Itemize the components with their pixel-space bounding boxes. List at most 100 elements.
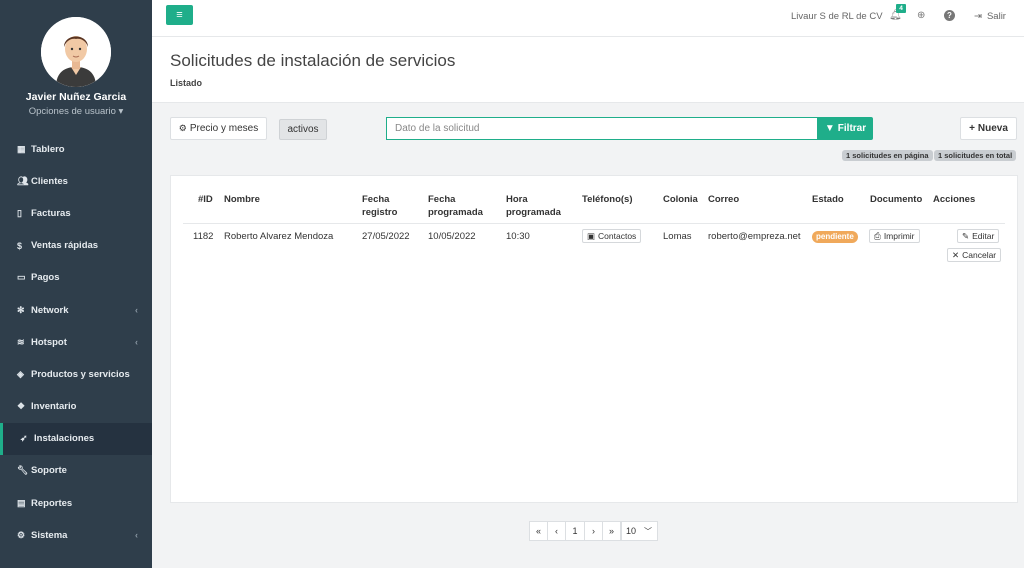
page-title: Solicitudes de instalación de servicios (170, 51, 456, 70)
address-book-icon: ▣ (587, 230, 596, 241)
sidebar-item-hotspot[interactable]: ≋ Hotspot ‹ (0, 326, 152, 358)
sidebar-item-soporte[interactable]: 🔧︎ Soporte (0, 455, 152, 487)
cubes-icon: ❖ (17, 401, 26, 412)
wifi-icon: ≋ (17, 336, 25, 347)
cell-scheduled: 10/05/2022 (428, 231, 476, 242)
sidebar-item-label: Inventario (31, 401, 77, 413)
sidebar-item-reportes[interactable]: ▤ Reportes (0, 487, 152, 519)
active-filter-toggle[interactable]: activos (279, 119, 327, 140)
hamburger-icon: ≡ (176, 9, 183, 21)
column-header-phone: Teléfono(s) (582, 194, 633, 205)
new-button[interactable]: + Nueva (960, 117, 1017, 140)
sidebar-item-pagos[interactable]: ▭ Pagos (0, 262, 152, 294)
cell-colony: Lomas (663, 231, 692, 242)
cell-id: 1182 (193, 231, 214, 242)
menu-toggle-button[interactable]: ≡ (166, 5, 193, 25)
print-button[interactable]: ⎙ Imprimir (869, 229, 920, 243)
sidebar-item-label: Soporte (31, 465, 67, 477)
cell-registered: 27/05/2022 (362, 231, 410, 242)
wrench-icon: 🔧︎ (17, 465, 29, 476)
cogs-icon: ⚙ (178, 123, 187, 133)
print-icon: ⎙ (874, 230, 881, 241)
contacts-button-label: Contactos (598, 231, 637, 241)
status-badge: pendiente (812, 231, 858, 243)
edit-icon: ✎ (962, 230, 970, 241)
company-name[interactable]: Livaur S de RL de CV (791, 11, 883, 22)
column-header-hour: Hora programada (506, 194, 561, 218)
pagination-page-1[interactable]: 1 (565, 521, 585, 541)
sidebar-item-label: Reportes (31, 497, 73, 509)
print-button-label: Imprimir (883, 231, 915, 241)
network-icon: ✻ (17, 304, 25, 315)
globe-icon[interactable]: ⊕ (917, 10, 925, 21)
notification-badge: 4 (896, 4, 906, 13)
sidebar-item-label: Clientes (31, 175, 68, 187)
pagination-first[interactable]: « (529, 521, 548, 541)
sidebar-item-facturas[interactable]: ▯ Facturas (0, 197, 152, 229)
period-button[interactable]: ⚙ Precio y meses (170, 117, 267, 140)
contacts-button[interactable]: ▣ Contactos (582, 229, 642, 243)
cancel-button[interactable]: ✕ Cancelar (947, 248, 1002, 262)
sidebar-item-ventas[interactable]: $ Ventas rápidas (0, 230, 152, 262)
requests-table: #ID Nombre Fecha registro Fecha programada… (170, 175, 1018, 503)
edit-button[interactable]: ✎ Editar (957, 229, 1000, 243)
logout-link[interactable]: ⇥ Salir (974, 11, 1006, 22)
column-header-id: #ID (198, 194, 213, 205)
sidebar-item-label: Tablero (31, 143, 65, 155)
chevron-left-icon: ‹ (135, 305, 138, 316)
sidebar-item-network[interactable]: ✻ Network ‹ (0, 294, 152, 326)
sidebar-item-label: Facturas (31, 207, 71, 219)
column-header-registered: Fecha registro (362, 194, 398, 218)
chevron-down-icon: ﹀ (644, 526, 653, 536)
sidebar-item-instalaciones[interactable]: ➶ Instalaciones (0, 422, 152, 455)
plus-icon: + (969, 123, 975, 134)
rocket-icon: ➶ (20, 433, 28, 444)
column-header-email: Correo (708, 194, 740, 205)
column-header-status: Estado (812, 194, 844, 205)
period-button-label: Precio y meses (189, 123, 259, 134)
dashboard-icon: ▦ (17, 143, 26, 154)
header-divider (183, 223, 1005, 224)
file-icon: ▯ (17, 207, 22, 218)
sidebar-item-label: Productos y servicios (31, 368, 130, 380)
sidebar-item-clientes[interactable]: 👥︎ Clientes (0, 165, 152, 197)
chevron-left-icon: ‹ (135, 530, 138, 541)
topbar: ≡ Livaur S de RL de CV 🔔︎ 4 ⊕ ? ⇥ Salir (152, 0, 1024, 37)
sidebar-item-label: Instalaciones (34, 433, 95, 445)
page-header: Solicitudes de instalación de servicios … (152, 37, 1024, 103)
column-header-colony: Colonia (663, 194, 698, 205)
sidebar-item-sistema[interactable]: ⚙ Sistema ‹ (0, 519, 152, 551)
pagination-next[interactable]: › (584, 521, 603, 541)
book-icon: ▤ (17, 497, 26, 508)
dollar-icon: $ (17, 240, 23, 251)
column-header-name: Nombre (224, 194, 260, 205)
sidebar-item-tablero[interactable]: ▦ Tablero (0, 133, 152, 165)
per-page-value: 10 (626, 526, 637, 536)
cell-email: roberto@empreza.net (708, 231, 801, 242)
logout-icon: ⇥ (974, 11, 982, 22)
help-icon[interactable]: ? (944, 10, 955, 21)
cell-hour: 10:30 (506, 231, 530, 242)
users-icon: 👥︎ (17, 175, 29, 186)
sidebar-item-label: Ventas rápidas (31, 240, 99, 252)
per-page-select[interactable]: 10 ﹀ (621, 521, 658, 541)
avatar[interactable] (41, 17, 111, 87)
cancel-button-label: Cancelar (962, 250, 997, 260)
filter-button[interactable]: ▼ Filtrar (818, 117, 873, 140)
user-name: Javier Nuñez Garcia (25, 91, 127, 103)
sidebar-item-label: Network (31, 304, 69, 316)
edit-button-label: Editar (972, 231, 995, 241)
money-icon: ▭ (17, 272, 26, 283)
tags-icon: ◈ (17, 368, 24, 379)
search-input[interactable]: Dato de la solicitud (386, 117, 818, 140)
user-options-dropdown[interactable]: Opciones de usuario ▾ (0, 106, 152, 117)
sidebar-item-label: Hotspot (31, 336, 67, 348)
pagination-last[interactable]: » (602, 521, 621, 541)
sidebar-item-inventario[interactable]: ❖ Inventario (0, 391, 152, 423)
filter-button-label: Filtrar (837, 123, 867, 134)
page-subtitle: Listado (170, 78, 203, 88)
chevron-left-icon: ‹ (135, 337, 138, 348)
column-header-document: Documento (870, 194, 923, 205)
sidebar-item-productos[interactable]: ◈ Productos y servicios (0, 358, 152, 390)
pagination-prev[interactable]: ‹ (547, 521, 566, 541)
